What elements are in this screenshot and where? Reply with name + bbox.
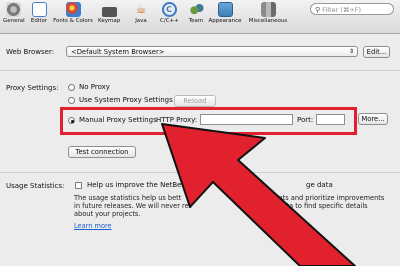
red-pointer-arrow-icon: [161, 123, 356, 266]
